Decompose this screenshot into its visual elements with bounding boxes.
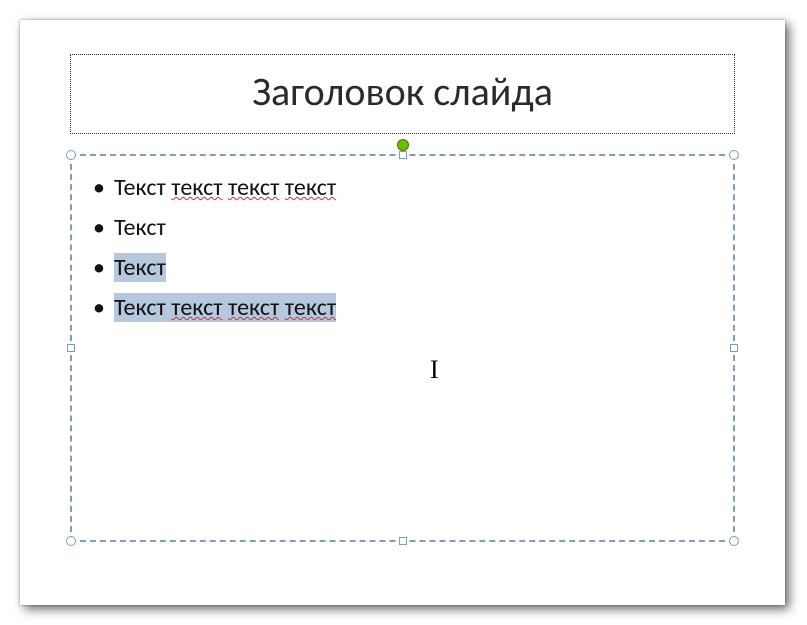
text-cursor-icon: I [430,355,439,385]
content-placeholder[interactable]: •Текст текст текст текст•Текст•Текст•Тек… [70,154,735,542]
bullet-line-3[interactable]: •Текст [84,248,336,288]
resize-handle-bl[interactable] [66,536,76,546]
text-segment[interactable]: текст [228,293,279,322]
text-segment[interactable]: текст [171,173,222,202]
text-segment[interactable]: текст [228,173,279,202]
bullet-icon: • [84,288,114,328]
bullet-text[interactable]: Текст [114,208,166,248]
resize-handle-tl[interactable] [66,150,76,160]
text-segment[interactable]: Текст [114,213,166,242]
text-segment[interactable]: Текст [114,253,166,282]
bullet-line-1[interactable]: •Текст текст текст текст [84,168,336,208]
bullet-text-area[interactable]: •Текст текст текст текст•Текст•Текст•Тек… [84,168,336,328]
bullet-line-4[interactable]: •Текст текст текст текст [84,288,336,328]
bullet-icon: • [84,168,114,208]
slide-title[interactable]: Заголовок слайда [71,67,734,116]
bullet-icon: • [84,208,114,248]
text-segment[interactable]: текст [171,293,222,322]
text-segment[interactable]: текст [285,173,336,202]
resize-handle-br[interactable] [729,536,739,546]
text-segment[interactable] [279,293,284,322]
resize-handle-r[interactable] [730,344,738,352]
rotation-handle-icon[interactable] [397,139,409,151]
text-segment[interactable]: Текст [114,173,171,202]
resize-handle-l[interactable] [67,344,75,352]
bullet-icon: • [84,248,114,288]
bullet-line-2[interactable]: •Текст [84,208,336,248]
bullet-text[interactable]: Текст текст текст текст [114,168,336,208]
resize-handle-b[interactable] [399,537,407,545]
slide: Заголовок слайда •Текст текст текст текс… [20,20,785,605]
resize-handle-t[interactable] [399,151,407,159]
bullet-text[interactable]: Текст [114,248,166,288]
bullet-text[interactable]: Текст текст текст текст [114,288,336,328]
text-segment[interactable]: Текст [114,293,171,322]
title-placeholder[interactable]: Заголовок слайда [70,54,735,134]
resize-handle-tr[interactable] [729,150,739,160]
text-segment[interactable]: текст [285,293,336,322]
